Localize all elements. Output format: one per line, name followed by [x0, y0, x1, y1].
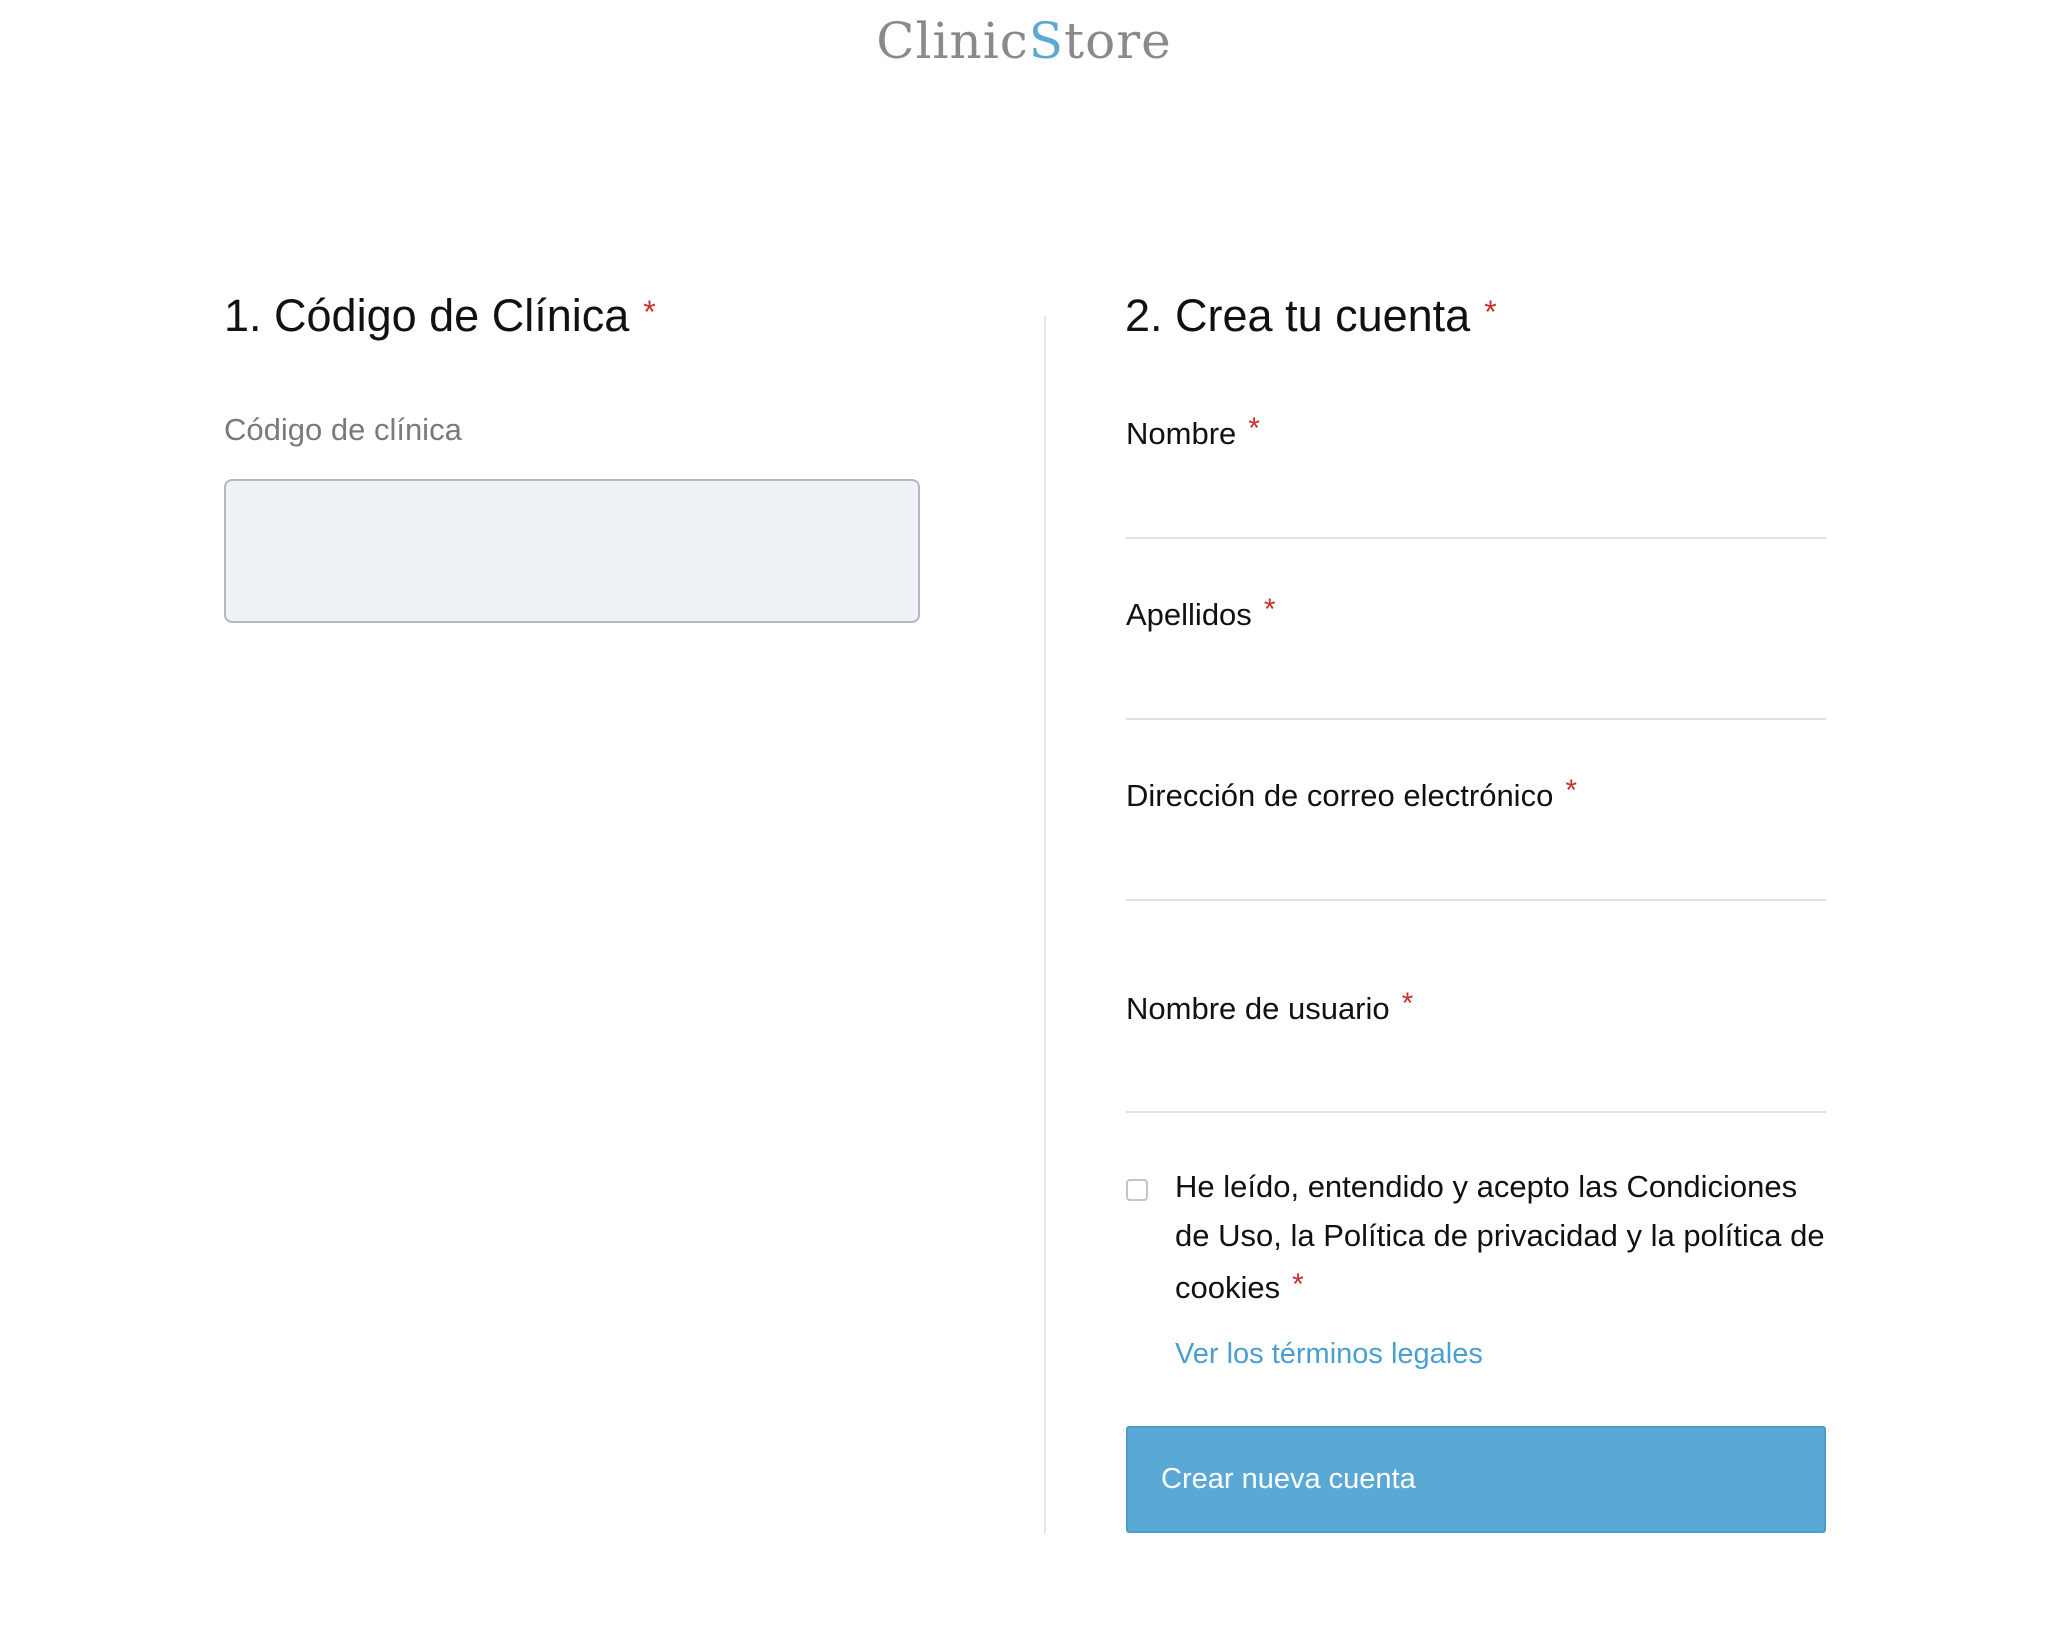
logo-text-clinic: Clinic — [876, 12, 1029, 70]
last-name-label-text: Apellidos — [1126, 597, 1252, 632]
required-asterisk: * — [1401, 987, 1414, 1020]
section-heading-clinic-code-text: 1. Código de Clínica — [224, 290, 630, 341]
required-asterisk: * — [1248, 412, 1260, 445]
first-name-label-text: Nombre — [1126, 416, 1237, 451]
clinic-code-label: Código de clínica — [224, 412, 462, 447]
required-asterisk: * — [1484, 294, 1497, 330]
email-label-text: Dirección de correo electrónico — [1126, 778, 1554, 813]
create-account-button[interactable]: Crear nueva cuenta — [1126, 1426, 1826, 1533]
last-name-input[interactable] — [1126, 664, 1826, 720]
required-asterisk: * — [1263, 593, 1276, 626]
section-heading-create-account-text: 2. Crea tu cuenta — [1125, 290, 1471, 341]
clinic-code-input[interactable] — [224, 479, 920, 623]
terms-checkbox[interactable] — [1126, 1179, 1148, 1201]
column-divider — [1044, 316, 1046, 1534]
required-asterisk: * — [1565, 774, 1577, 807]
logo-text-tore: tore — [1064, 12, 1172, 70]
section-heading-create-account: 2. Crea tu cuenta * — [1125, 290, 1497, 342]
terms-text-content: He leído, entendido y acepto las Condici… — [1175, 1169, 1825, 1305]
username-input[interactable] — [1126, 1057, 1826, 1113]
terms-text: He leído, entendido y acepto las Condici… — [1175, 1162, 1835, 1312]
required-asterisk: * — [1292, 1268, 1304, 1301]
required-asterisk: * — [643, 294, 656, 330]
username-label-text: Nombre de usuario — [1126, 991, 1390, 1026]
first-name-label: Nombre * — [1126, 412, 1260, 452]
email-input[interactable] — [1126, 845, 1826, 901]
username-label: Nombre de usuario * — [1126, 987, 1413, 1027]
last-name-label: Apellidos * — [1126, 593, 1276, 633]
logo: ClinicStore — [0, 12, 2048, 70]
legal-terms-link[interactable]: Ver los términos legales — [1175, 1338, 1483, 1371]
email-label: Dirección de correo electrónico * — [1126, 774, 1577, 814]
section-heading-clinic-code: 1. Código de Clínica * — [224, 290, 656, 342]
first-name-input[interactable] — [1126, 483, 1826, 539]
logo-text-accent-s: S — [1028, 12, 1064, 70]
